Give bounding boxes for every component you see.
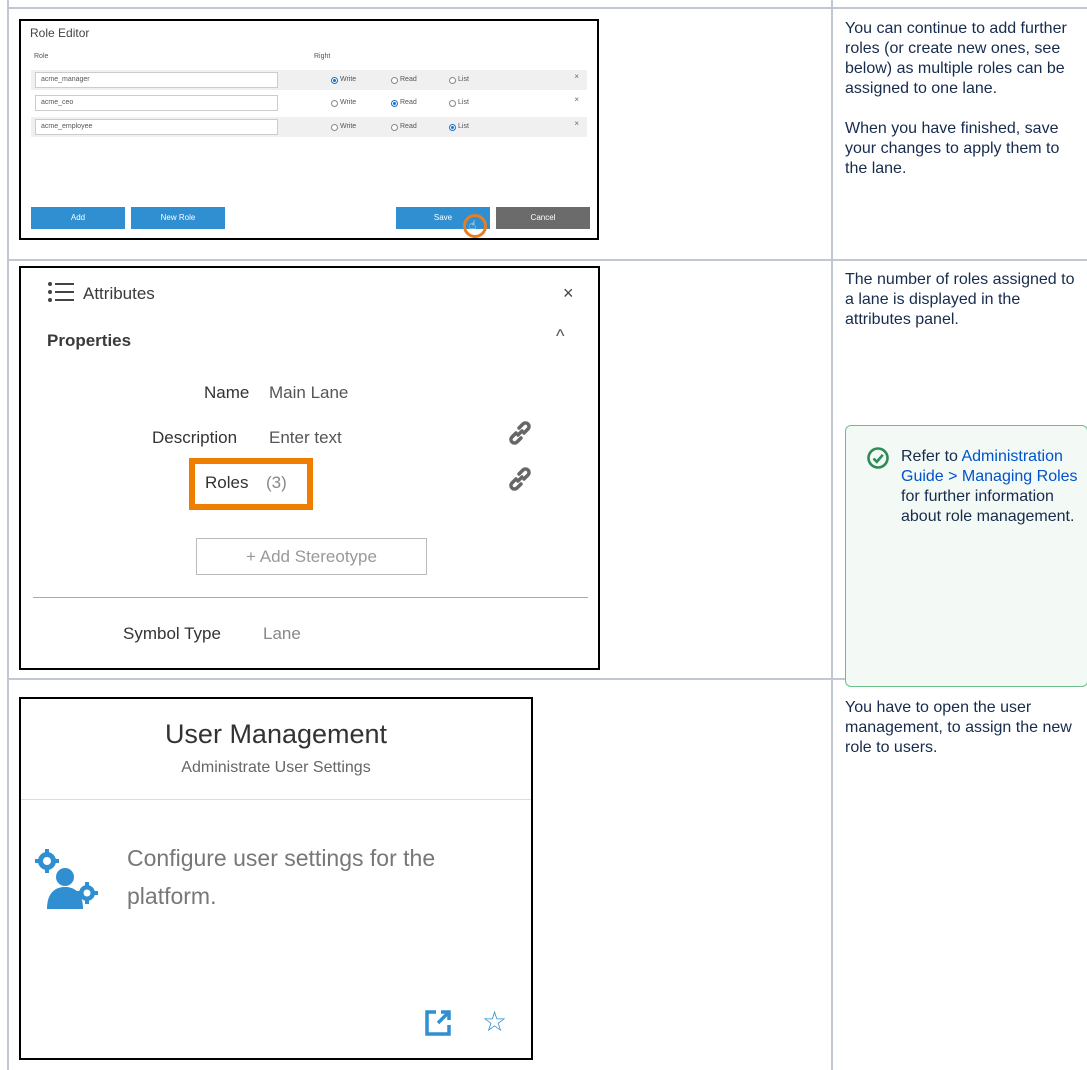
list-radio[interactable]: List bbox=[449, 98, 469, 108]
roles-label: Roles bbox=[205, 473, 249, 492]
write-radio[interactable]: Write bbox=[331, 122, 356, 132]
radio-dot-icon bbox=[391, 123, 398, 131]
role-editor-screenshot: Role Editor Role Right acme_manager Writ… bbox=[19, 19, 599, 240]
add-button[interactable]: Add bbox=[31, 207, 125, 229]
open-external-icon[interactable] bbox=[424, 1009, 452, 1037]
info-text: Refer to Administration Guide > Managing… bbox=[901, 448, 1078, 525]
role-row: acme_ceo Write Read List × bbox=[31, 93, 587, 113]
table-border-middle bbox=[831, 0, 833, 1070]
read-radio[interactable]: Read bbox=[391, 75, 417, 85]
radio-dot-icon bbox=[331, 99, 338, 107]
description-label: Description bbox=[152, 428, 238, 447]
symbol-type-label: Symbol Type bbox=[123, 624, 221, 643]
radio-dot-icon bbox=[449, 76, 456, 84]
table-border-top bbox=[7, 7, 1087, 9]
list-radio[interactable]: List bbox=[449, 122, 469, 132]
radio-dot-icon bbox=[449, 123, 456, 131]
write-radio[interactable]: Write bbox=[331, 98, 356, 108]
remove-role-icon[interactable]: × bbox=[574, 119, 579, 128]
note-text: You have to open the user management, to… bbox=[845, 699, 1072, 756]
divider bbox=[33, 597, 588, 598]
properties-section-title: Properties bbox=[47, 331, 132, 350]
name-label: Name bbox=[204, 383, 250, 402]
link-icon[interactable] bbox=[507, 466, 533, 492]
column-header-role: Role bbox=[34, 53, 49, 60]
radio-dot-icon bbox=[331, 123, 338, 131]
attributes-panel-screenshot: Attributes × Properties ^ Name Main Lane… bbox=[19, 266, 600, 670]
cancel-button[interactable]: Cancel bbox=[496, 207, 590, 229]
description-value[interactable]: Enter text bbox=[269, 428, 342, 448]
table-border-row1 bbox=[7, 259, 1087, 261]
role-name-input[interactable]: acme_manager bbox=[35, 72, 278, 88]
pointer-hand-icon: ☝ bbox=[469, 218, 477, 232]
note-user-management: You have to open the user management, to… bbox=[845, 698, 1085, 778]
new-role-button[interactable]: New Role bbox=[131, 207, 225, 229]
user-management-title: User Management bbox=[164, 719, 388, 749]
info-panel: Refer to Administration Guide > Managing… bbox=[845, 425, 1087, 687]
add-stereotype-button[interactable]: + Add Stereotype bbox=[196, 538, 427, 575]
user-management-screenshot: User Management Administrate User Settin… bbox=[19, 697, 533, 1060]
remove-role-icon[interactable]: × bbox=[574, 72, 579, 81]
role-editor-title: Role Editor bbox=[30, 26, 90, 40]
list-radio[interactable]: List bbox=[449, 75, 469, 85]
user-management-subtitle: Administrate User Settings bbox=[181, 759, 371, 776]
remove-role-icon[interactable]: × bbox=[574, 95, 579, 104]
role-row: acme_manager Write Read List × bbox=[31, 70, 587, 90]
attributes-title: Attributes bbox=[83, 284, 155, 303]
radio-dot-icon bbox=[391, 99, 398, 107]
note-continue-roles: You can continue to add further roles (o… bbox=[845, 19, 1085, 199]
note-text: You can continue to add further roles (o… bbox=[845, 20, 1067, 97]
radio-dot-icon bbox=[331, 76, 338, 84]
symbol-type-value: Lane bbox=[263, 624, 301, 643]
radio-dot-icon bbox=[449, 99, 456, 107]
table-border-left bbox=[7, 0, 9, 1070]
check-circle-icon bbox=[867, 447, 889, 469]
read-radio[interactable]: Read bbox=[391, 98, 417, 108]
note-text: When you have finished, save your change… bbox=[845, 120, 1060, 177]
name-value[interactable]: Main Lane bbox=[269, 383, 348, 403]
role-row: acme_employee Write Read List × bbox=[31, 117, 587, 137]
radio-dot-icon bbox=[391, 76, 398, 84]
user-management-description: Configure user settings for the platform… bbox=[127, 845, 436, 909]
link-icon[interactable] bbox=[507, 420, 533, 446]
divider bbox=[21, 799, 531, 800]
list-icon bbox=[48, 282, 74, 302]
roles-count[interactable]: (3) bbox=[266, 473, 287, 493]
write-radio[interactable]: Write bbox=[331, 75, 356, 85]
read-radio[interactable]: Read bbox=[391, 122, 417, 132]
note-roles-count: The number of roles assigned to a lane i… bbox=[845, 270, 1085, 350]
role-name-input[interactable]: acme_employee bbox=[35, 119, 278, 135]
users-gear-icon bbox=[35, 849, 98, 909]
star-icon[interactable]: ☆ bbox=[482, 1005, 507, 1038]
column-header-right: Right bbox=[314, 53, 331, 60]
chevron-up-icon[interactable]: ^ bbox=[556, 326, 564, 347]
note-text: The number of roles assigned to a lane i… bbox=[845, 271, 1075, 328]
role-name-input[interactable]: acme_ceo bbox=[35, 95, 278, 111]
close-icon[interactable]: × bbox=[563, 283, 574, 304]
documentation-table: Role Editor Role Right acme_manager Writ… bbox=[0, 0, 1087, 1070]
